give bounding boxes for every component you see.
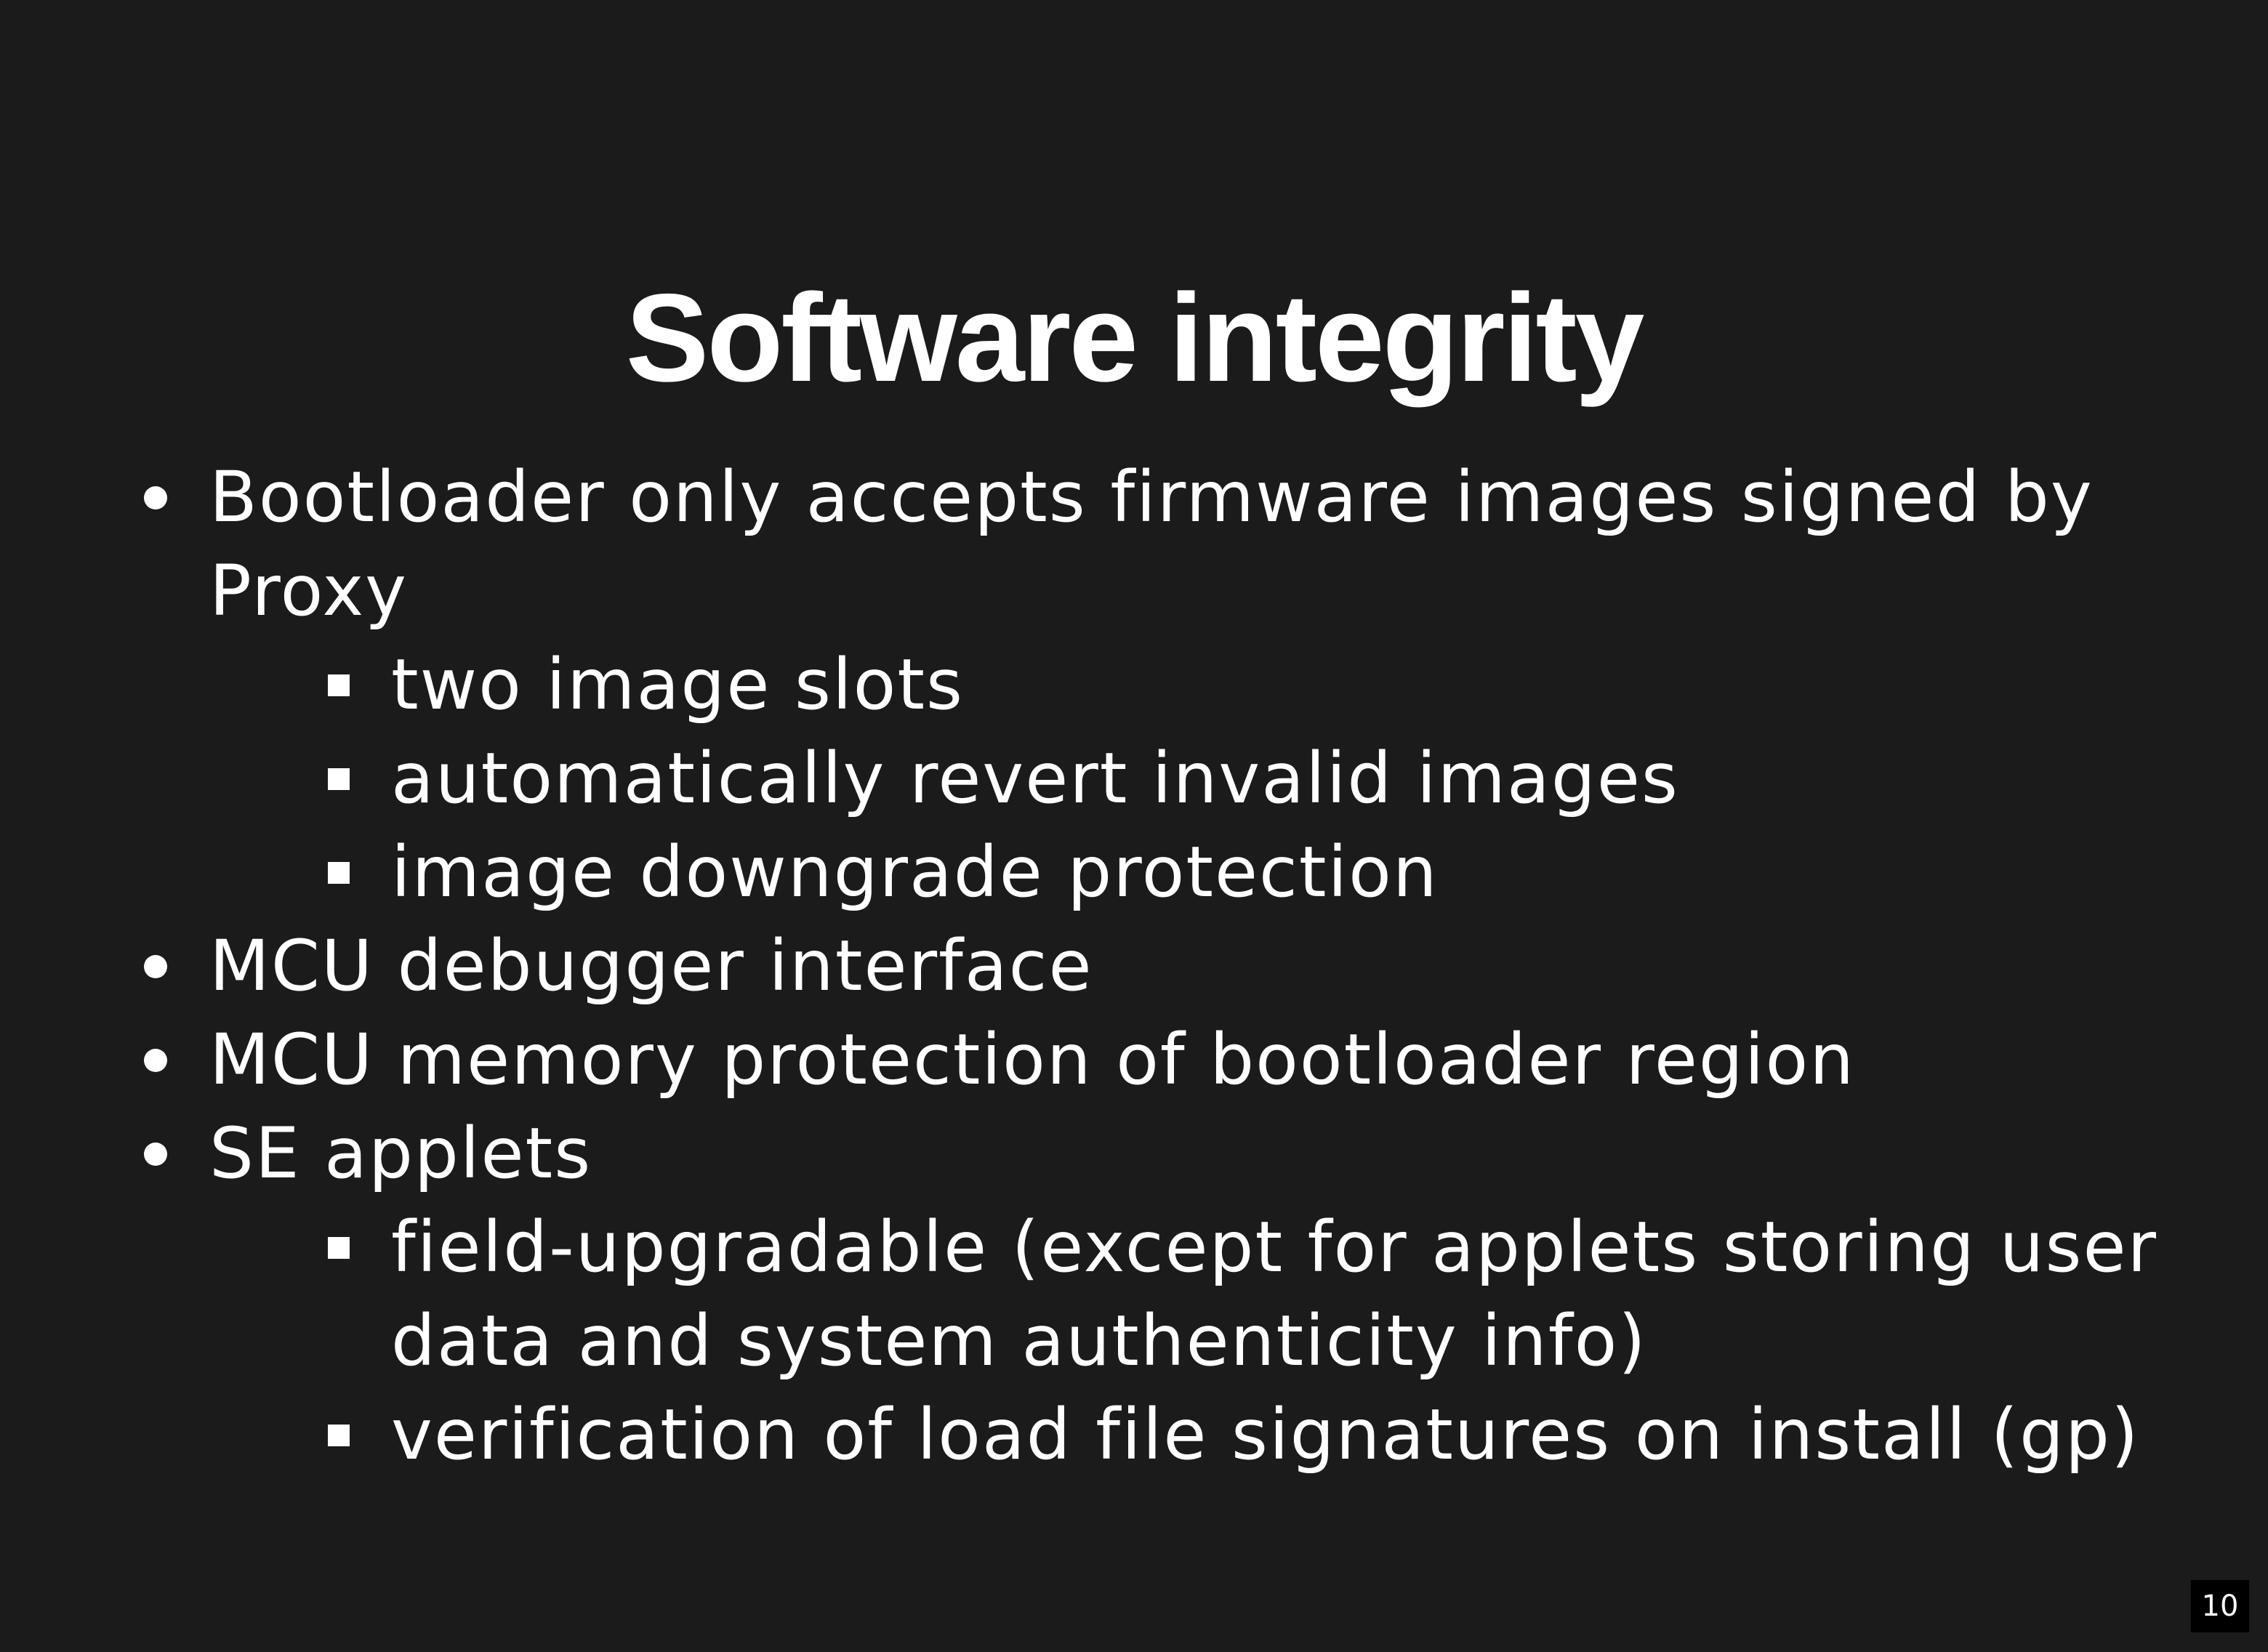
list-item: MCU debugger interface (0, 919, 2158, 1013)
list-item: MCU memory protection of bootloader regi… (0, 1013, 2158, 1107)
list-item-text: verification of load file signatures on … (391, 1394, 2140, 1475)
square-bullet-icon (328, 1425, 350, 1446)
list-item: Bootloader only accepts firmware images … (0, 451, 2158, 638)
list-item-text: Bootloader only accepts firmware images … (209, 456, 2094, 632)
list-item: image downgrade protection (0, 826, 2208, 919)
disc-bullet-icon (144, 955, 167, 978)
list-item: field-upgradable (except for applets sto… (0, 1201, 2208, 1388)
disc-bullet-icon (144, 1049, 167, 1072)
list-item: verification of load file signatures on … (0, 1388, 2208, 1482)
square-bullet-icon (328, 862, 350, 884)
list-item: SE applets (0, 1107, 2158, 1201)
square-bullet-icon (328, 768, 350, 790)
square-bullet-icon (328, 1237, 350, 1259)
list-item: two image slots (0, 638, 2208, 732)
disc-bullet-icon (144, 486, 167, 509)
bullet-list: Bootloader only accepts firmware images … (0, 451, 2268, 1482)
list-item-text: automatically revert invalid images (391, 738, 1679, 819)
list-item-text: SE applets (209, 1113, 592, 1194)
slide: Software integrity Bootloader only accep… (0, 0, 2268, 1652)
list-item-text: MCU debugger interface (209, 925, 1093, 1007)
page-number: 10 (2191, 1580, 2249, 1632)
square-bullet-icon (328, 674, 350, 696)
slide-title: Software integrity (625, 268, 1645, 408)
list-item-text: MCU memory protection of bootloader regi… (209, 1019, 1856, 1100)
list-item-text: two image slots (391, 644, 965, 725)
list-item: automatically revert invalid images (0, 732, 2208, 826)
list-item-text: field-upgradable (except for applets sto… (391, 1206, 2158, 1382)
list-item-text: image downgrade protection (391, 831, 1439, 913)
disc-bullet-icon (144, 1143, 167, 1166)
